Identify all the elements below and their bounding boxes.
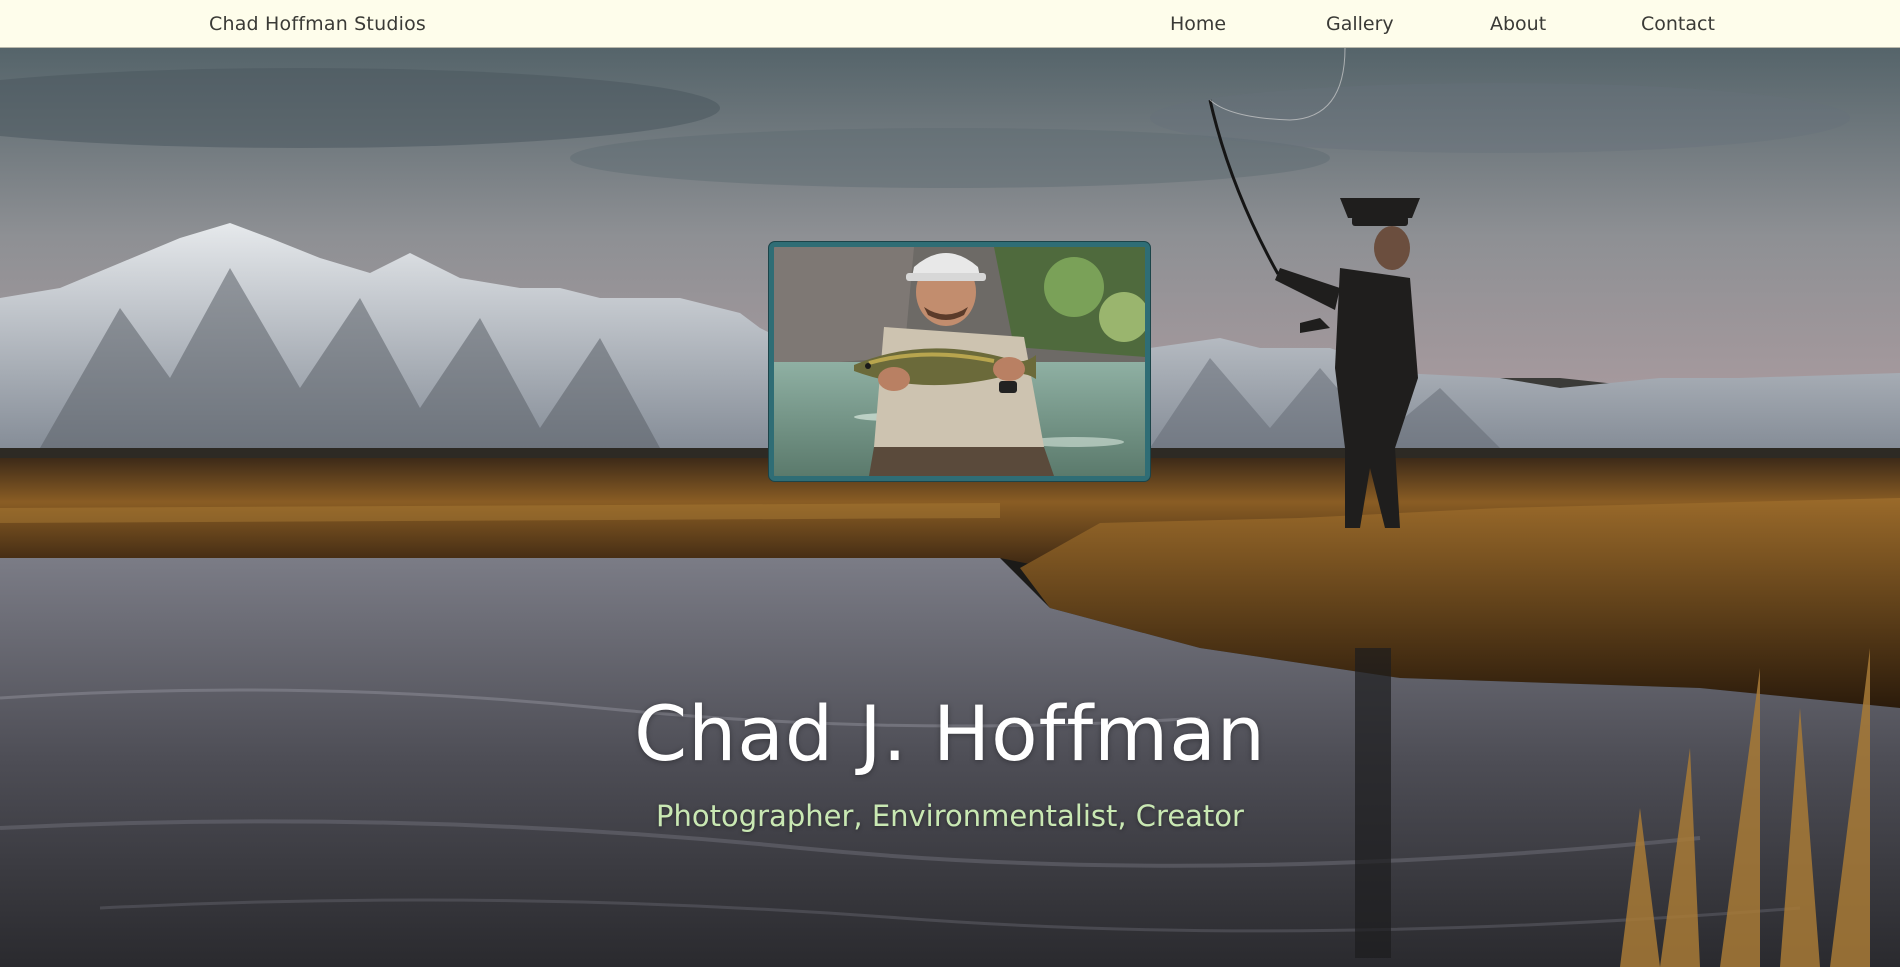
nav-link-gallery[interactable]: Gallery [1326,13,1394,35]
top-navbar: Chad Hoffman Studios Home Gallery About … [0,0,1900,48]
hero-title: Chad J. Hoffman [634,689,1266,778]
nav-link-about[interactable]: About [1490,13,1546,35]
nav-link-contact[interactable]: Contact [1641,13,1715,35]
nav-link-home[interactable]: Home [1170,13,1226,35]
man-holding-trout-photo [774,247,1145,476]
hero-subtitle: Photographer, Environmentalist, Creator [656,799,1244,833]
brand-link[interactable]: Chad Hoffman Studios [209,13,426,35]
hero-section: Chad J. Hoffman Photographer, Environmen… [0,48,1900,967]
portrait-image [769,242,1150,481]
